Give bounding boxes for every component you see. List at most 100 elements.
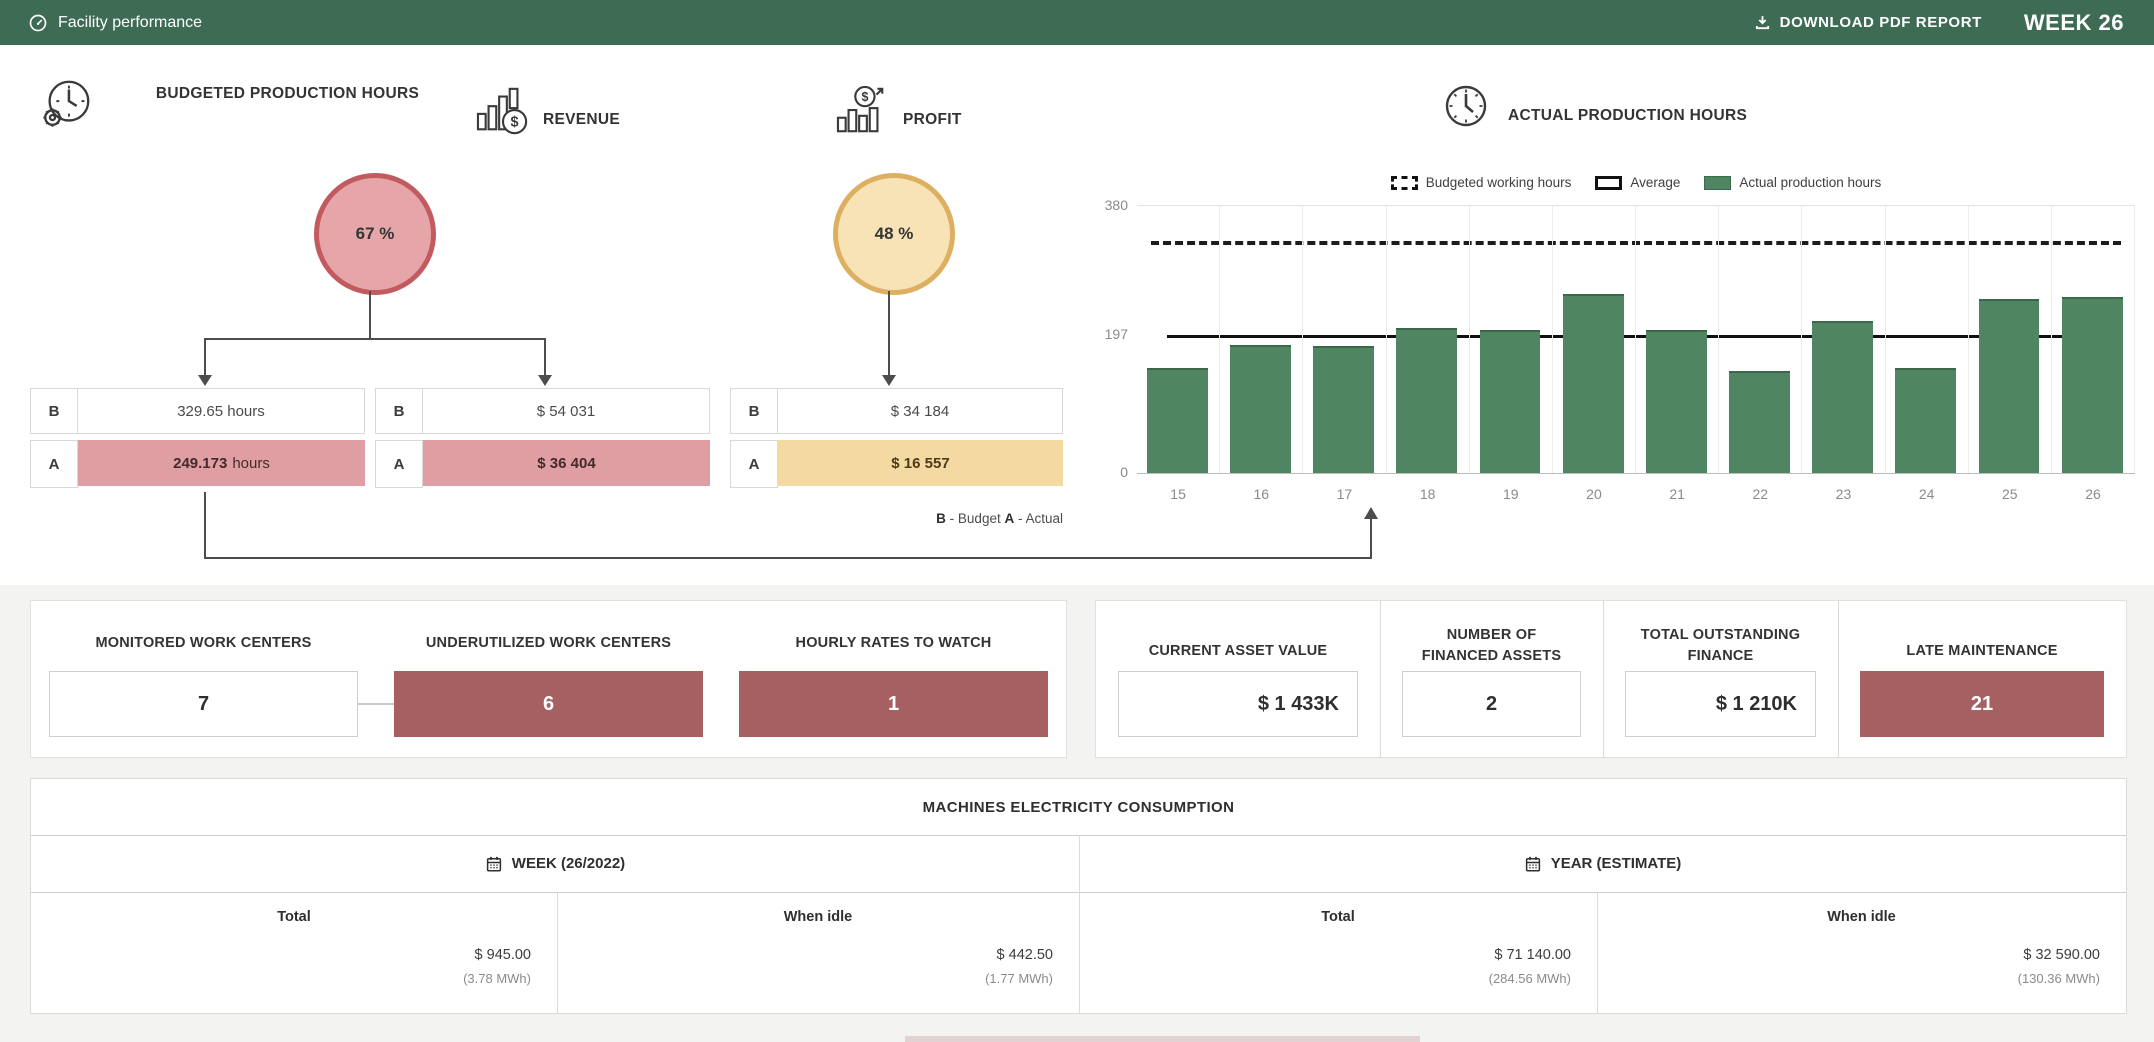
performance-overview-panel: BUDGETED PRODUCTION HOURS $ REVENUE $ PR… bbox=[0, 45, 2154, 585]
profit-title: PROFIT bbox=[903, 111, 962, 129]
cell-amount: $ 71 140.00 bbox=[1494, 947, 1571, 963]
assets-kpi-panel: CURRENT ASSET VALUE $ 1 433K NUMBER OF F… bbox=[1095, 600, 2127, 758]
y-tick-label: 0 bbox=[1120, 464, 1128, 480]
cell-amount: $ 442.50 bbox=[997, 947, 1053, 963]
chart-column: 17 bbox=[1303, 206, 1386, 473]
kpi-value: $ 1 433K bbox=[1258, 693, 1339, 716]
cell-label: When idle bbox=[557, 909, 1079, 925]
week-badge: WEEK 26 bbox=[2024, 10, 2124, 36]
hourly-rates-to-watch-value[interactable]: 1 bbox=[739, 671, 1048, 737]
legend-b: B bbox=[936, 511, 946, 526]
chart-column: 20 bbox=[1553, 206, 1636, 473]
week-total-cell: Total $ 945.00 (3.78 MWh) bbox=[31, 893, 557, 1013]
actual-hours-bar-week-20[interactable] bbox=[1563, 294, 1624, 473]
actual-hours-bar-week-25[interactable] bbox=[1979, 299, 2040, 473]
week-idle-cell: When idle $ 442.50 (1.77 MWh) bbox=[557, 893, 1079, 1013]
legend-a: A bbox=[1004, 511, 1014, 526]
profit-ratio-value: 48 % bbox=[875, 224, 914, 244]
budget-row: B 329.65 hours bbox=[30, 388, 365, 434]
actual-hours-number: 249.173 bbox=[173, 455, 227, 472]
budget-key: B bbox=[730, 388, 778, 434]
cell-label: When idle bbox=[1597, 909, 2126, 925]
kpi-current-asset-value: CURRENT ASSET VALUE $ 1 433K bbox=[1096, 601, 1380, 757]
download-pdf-button[interactable]: DOWNLOAD PDF REPORT bbox=[1754, 14, 1982, 31]
budgeted-hours-table: B 329.65 hours A 249.173 hours bbox=[30, 388, 365, 494]
chart-column: 15 bbox=[1137, 206, 1220, 473]
kpi-late-maintenance: LATE MAINTENANCE 21 bbox=[1838, 601, 2126, 757]
budget-key: B bbox=[375, 388, 423, 434]
work-centers-kpi-panel: MONITORED WORK CENTERS 7 UNDERUTILIZED W… bbox=[30, 600, 1067, 758]
cell-label: Total bbox=[1079, 909, 1597, 925]
cell-amount: $ 32 590.00 bbox=[2023, 947, 2100, 963]
y-axis: 0197380 bbox=[1060, 205, 1128, 472]
total-outstanding-finance-value[interactable]: $ 1 210K bbox=[1625, 671, 1816, 737]
x-tick-label: 18 bbox=[1387, 486, 1469, 502]
top-bar: Facility performance DOWNLOAD PDF REPORT… bbox=[0, 0, 2154, 45]
underutilized-work-centers-value[interactable]: 6 bbox=[394, 671, 703, 737]
budget-profit-value: $ 34 184 bbox=[778, 388, 1063, 434]
cell-label: Total bbox=[31, 909, 557, 925]
current-asset-value[interactable]: $ 1 433K bbox=[1118, 671, 1358, 737]
year-column-header: YEAR (ESTIMATE) bbox=[1079, 835, 2126, 893]
actual-hours-bar-week-18[interactable] bbox=[1396, 328, 1457, 473]
actual-hours-unit: hours bbox=[232, 455, 270, 472]
kpi-total-outstanding-finance: TOTAL OUTSTANDING FINANCE $ 1 210K bbox=[1603, 601, 1838, 757]
dashed-swatch-icon bbox=[1391, 176, 1418, 190]
actual-row: A 249.173 hours bbox=[30, 440, 365, 488]
budgeted-production-hours-title: BUDGETED PRODUCTION HOURS bbox=[145, 82, 430, 106]
chart-column: 22 bbox=[1719, 206, 1802, 473]
chart-column: 23 bbox=[1802, 206, 1885, 473]
x-tick-label: 19 bbox=[1470, 486, 1552, 502]
profit-table: B $ 34 184 A $ 16 557 bbox=[730, 388, 1063, 494]
app-title: Facility performance bbox=[58, 14, 202, 32]
week-header-label: WEEK (26/2022) bbox=[512, 855, 625, 872]
actual-hours-bar-week-23[interactable] bbox=[1812, 321, 1873, 473]
kpi-number-of-financed-assets: NUMBER OF FINANCED ASSETS 2 bbox=[1380, 601, 1603, 757]
green-swatch-icon bbox=[1704, 176, 1731, 190]
kpi-label: UNDERUTILIZED WORK CENTERS bbox=[376, 633, 721, 654]
x-tick-label: 21 bbox=[1636, 486, 1718, 502]
download-icon bbox=[1754, 14, 1771, 31]
budget-row: B $ 34 184 bbox=[730, 388, 1063, 434]
cell-energy: (130.36 MWh) bbox=[2018, 971, 2100, 986]
number-of-financed-assets-value[interactable]: 2 bbox=[1402, 671, 1581, 737]
actual-hours-bar-week-16[interactable] bbox=[1230, 345, 1291, 473]
actual-hours-bar-week-15[interactable] bbox=[1147, 368, 1208, 473]
budgeted-utilization-value: 67 % bbox=[356, 224, 395, 244]
actual-hours-value: 249.173 hours bbox=[78, 440, 365, 486]
legend-a-text: - Actual bbox=[1014, 511, 1063, 526]
monitored-work-centers-value[interactable]: 7 bbox=[49, 671, 358, 737]
actual-hours-bar-week-22[interactable] bbox=[1729, 371, 1790, 473]
legend-item-budgeted: Budgeted working hours bbox=[1391, 175, 1572, 190]
kpi-label: LATE MAINTENANCE bbox=[1838, 641, 2126, 662]
cell-amount: $ 945.00 bbox=[475, 947, 531, 963]
cell-energy: (284.56 MWh) bbox=[1489, 971, 1571, 986]
actual-hours-bar-week-26[interactable] bbox=[2062, 297, 2123, 473]
kpi-value: 7 bbox=[198, 693, 209, 716]
svg-text:$: $ bbox=[511, 114, 519, 130]
x-tick-label: 15 bbox=[1137, 486, 1219, 502]
budget-revenue-value: $ 54 031 bbox=[423, 388, 710, 434]
svg-text:$: $ bbox=[861, 90, 868, 104]
profit-bars-coin-icon: $ bbox=[834, 85, 892, 137]
revenue-title: REVENUE bbox=[543, 111, 620, 129]
late-maintenance-value[interactable]: 21 bbox=[1860, 671, 2104, 737]
actual-hours-bar-week-17[interactable] bbox=[1313, 346, 1374, 473]
production-hours-chart: 151617181920212223242526 bbox=[1137, 205, 2135, 474]
profit-ratio-gauge: 48 % bbox=[833, 173, 955, 295]
actual-key: A bbox=[730, 440, 778, 488]
actual-hours-bar-week-21[interactable] bbox=[1646, 330, 1707, 473]
kpi-value: 21 bbox=[1971, 693, 1993, 716]
x-tick-label: 23 bbox=[1802, 486, 1884, 502]
y-tick-label: 197 bbox=[1105, 326, 1128, 342]
actual-hours-bar-week-24[interactable] bbox=[1895, 368, 1956, 473]
kpi-label: HOURLY RATES TO WATCH bbox=[721, 633, 1066, 654]
x-tick-label: 20 bbox=[1553, 486, 1635, 502]
calendar-icon bbox=[1524, 855, 1542, 873]
kpi-monitored-work-centers: MONITORED WORK CENTERS 7 bbox=[31, 601, 376, 757]
kpi-label: NUMBER OF FINANCED ASSETS bbox=[1380, 625, 1603, 667]
legend-label: Average bbox=[1630, 175, 1680, 190]
actual-hours-bar-week-19[interactable] bbox=[1480, 330, 1541, 473]
actual-key: A bbox=[375, 440, 423, 488]
kpi-value: 6 bbox=[543, 693, 554, 716]
